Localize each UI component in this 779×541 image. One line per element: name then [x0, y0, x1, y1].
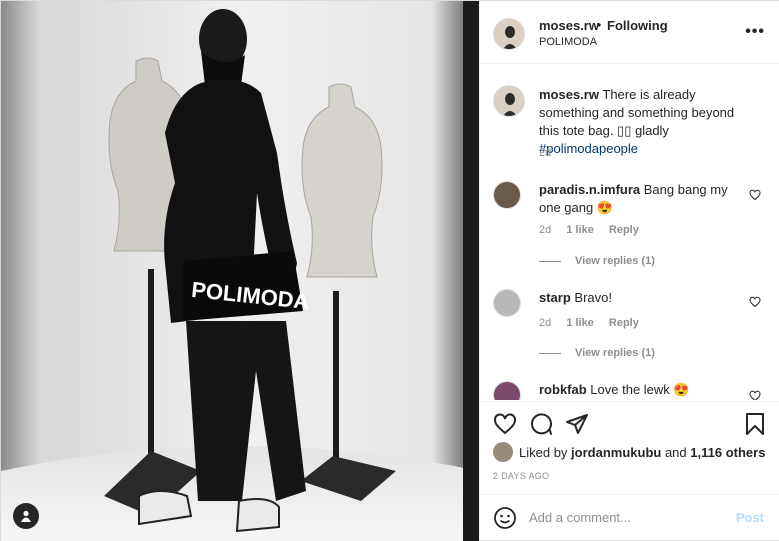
comment-like-icon[interactable] [749, 390, 761, 400]
comment-time[interactable]: 2d [539, 317, 551, 329]
divider [539, 260, 561, 262]
avatar[interactable] [493, 18, 525, 50]
comment-username[interactable]: robkfab [539, 382, 587, 397]
comment-text: starp Bravo! [539, 289, 751, 307]
avatar[interactable] [493, 442, 513, 462]
header-username[interactable]: moses.rw [539, 18, 599, 33]
caption-text: moses.rw There is already something and … [539, 86, 751, 158]
header-separator: • [597, 18, 602, 32]
comment-like-icon[interactable] [749, 189, 761, 201]
comments-list[interactable]: moses.rw There is already something and … [480, 65, 779, 400]
comment-likes[interactable]: 1 like [566, 317, 594, 329]
post-photo[interactable]: POLIMODA [1, 1, 479, 541]
likes-and: and [664, 444, 687, 460]
comment-like-icon[interactable] [749, 296, 761, 308]
action-bar [480, 401, 779, 441]
comment-likes[interactable]: 1 like [566, 224, 594, 236]
view-replies-button[interactable]: View replies (1) [539, 347, 655, 359]
divider [539, 352, 561, 354]
comment-body: Love the lewk 😍 [590, 382, 690, 397]
likes-summary: Liked by jordanmukubu and 1,116 others [493, 442, 765, 462]
add-comment-bar: Add a comment... Post [480, 494, 779, 540]
likes-prefix: Liked by [519, 444, 568, 460]
reply-button[interactable]: Reply [609, 224, 639, 236]
user-tag-icon [21, 510, 31, 522]
share-icon[interactable] [565, 412, 589, 436]
view-replies-button[interactable]: View replies (1) [539, 255, 655, 267]
bookmark-icon[interactable] [744, 412, 766, 436]
post-header: moses.rw • Following POLIMODA ••• [480, 1, 779, 64]
user-tag-button[interactable] [13, 503, 39, 529]
avatar[interactable] [493, 381, 521, 400]
comment-username[interactable]: starp [539, 290, 571, 305]
comment-meta: 2d 1 like Reply [539, 317, 651, 329]
comment-username[interactable]: paradis.n.imfura [539, 182, 640, 197]
location-link[interactable]: POLIMODA [539, 36, 597, 48]
avatar[interactable] [493, 85, 525, 117]
post-date[interactable]: 2 DAYS AGO [493, 471, 549, 481]
liker-username[interactable]: jordanmukubu [571, 445, 661, 460]
caption-time[interactable]: 2d [539, 147, 551, 159]
reply-button[interactable]: Reply [609, 317, 639, 329]
caption-meta: 2d [539, 147, 563, 159]
post-modal: POLIMODA moses.rw • Following POLIMODA •… [0, 0, 779, 541]
avatar[interactable] [493, 289, 521, 317]
heart-icon[interactable] [493, 412, 517, 436]
emoji-icon[interactable] [493, 506, 517, 530]
caption-username[interactable]: moses.rw [539, 87, 599, 102]
comment-time[interactable]: 2d [539, 224, 551, 236]
following-button[interactable]: Following [607, 18, 668, 33]
photo-illustration: POLIMODA [1, 1, 479, 541]
more-options-button[interactable]: ••• [745, 23, 765, 41]
comment-text: robkfab Love the lewk 😍 [539, 381, 751, 399]
likes-others-link[interactable]: 1,116 others [690, 445, 765, 460]
comment-text: paradis.n.imfura Bang bang my one gang 😍 [539, 181, 751, 217]
comment-body: Bravo! [574, 290, 612, 305]
post-side-panel: moses.rw • Following POLIMODA ••• moses.… [479, 1, 779, 540]
view-replies-label: View replies (1) [575, 255, 655, 267]
post-button[interactable]: Post [736, 510, 764, 525]
comment-icon[interactable] [529, 412, 553, 436]
comment-input[interactable]: Add a comment... [529, 510, 631, 525]
comment-meta: 2d 1 like Reply [539, 224, 651, 236]
view-replies-label: View replies (1) [575, 347, 655, 359]
avatar[interactable] [493, 181, 521, 209]
